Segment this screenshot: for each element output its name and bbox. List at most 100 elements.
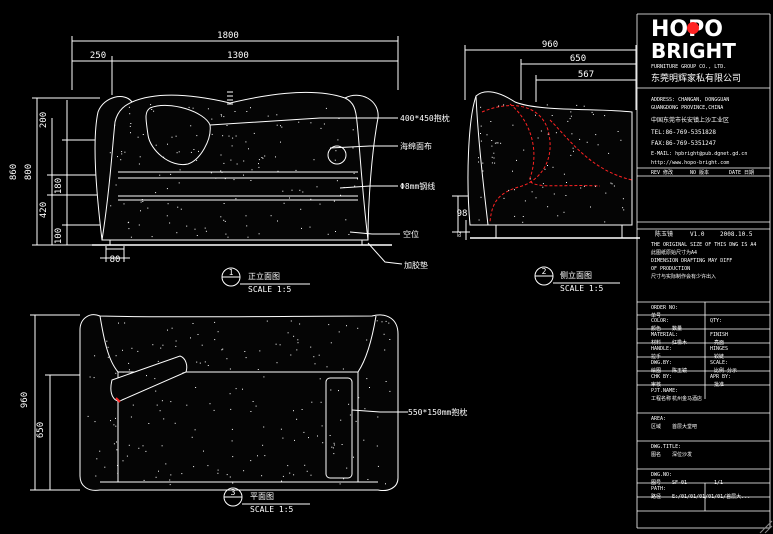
speckle — [169, 484, 171, 486]
tb-row-2-key2: FINISH — [710, 332, 728, 338]
speckle — [325, 107, 327, 109]
speckle — [169, 222, 171, 224]
speckle — [132, 404, 134, 406]
tb-row-9-value2: 1/1 — [714, 480, 723, 486]
speckle — [217, 331, 219, 333]
speckle — [248, 148, 249, 150]
speckle — [610, 182, 612, 184]
speckle — [230, 408, 232, 410]
speckle — [193, 466, 195, 468]
speckle — [245, 141, 247, 143]
speckle — [123, 203, 125, 205]
speckle — [258, 233, 260, 235]
note2: DIMENSION DRAFTING MAY DIFF — [651, 258, 732, 264]
speckle — [128, 228, 130, 230]
plan-title-text: 平面图 — [250, 492, 274, 501]
speckle — [199, 362, 201, 364]
speckle — [493, 157, 495, 159]
dim-100: 100 — [54, 228, 64, 244]
speckle — [333, 200, 335, 202]
speckle — [289, 197, 290, 199]
tb-row-2-key-cn: 材料 — [651, 339, 661, 346]
tb-row-10-key-cn: 路径 — [651, 493, 661, 500]
speckle — [167, 329, 168, 331]
speckle — [322, 442, 324, 444]
speckle — [381, 321, 383, 323]
speckle — [333, 453, 335, 455]
speckle — [383, 333, 385, 335]
company-en: FURNITURE GROUP CO., LTD. — [651, 64, 726, 70]
speckle — [163, 156, 165, 158]
speckle — [253, 132, 255, 134]
speckle — [221, 171, 223, 173]
tb-row-5-key2: APR BY: — [710, 374, 731, 380]
speckle — [604, 115, 606, 117]
speckle — [523, 149, 525, 151]
front-scale: SCALE 1:5 — [248, 285, 292, 294]
speckle — [259, 350, 261, 352]
dim-180: 180 — [54, 178, 64, 194]
speckle — [547, 133, 549, 135]
speckle — [232, 456, 234, 458]
speckle — [213, 409, 215, 411]
speckle — [547, 206, 549, 208]
speckle — [283, 202, 285, 204]
speckle — [503, 197, 505, 199]
speckle — [95, 475, 97, 477]
tb-row-3-value2: 铰链 — [714, 353, 724, 360]
speckle — [529, 178, 531, 180]
note-steel: Φ8mm钢线 — [400, 181, 435, 191]
speckle — [250, 107, 251, 109]
dim-800: 800 — [24, 164, 34, 180]
speckle — [217, 472, 219, 474]
speckle — [348, 403, 350, 405]
speckle — [267, 115, 269, 117]
speckle — [143, 479, 145, 481]
speckle — [217, 469, 219, 471]
rev-row-0: 陈玉镜 — [655, 230, 673, 238]
speckle — [93, 377, 95, 379]
speckle — [553, 193, 555, 195]
speckle — [314, 363, 316, 365]
speckle — [130, 132, 131, 134]
speckle — [482, 162, 484, 164]
speckle — [194, 228, 196, 230]
speckle — [333, 442, 335, 444]
speckle — [320, 127, 322, 129]
speckle — [522, 221, 524, 223]
speckle — [491, 156, 493, 158]
speckle — [266, 320, 268, 322]
tb-row-3-key-cn: 拉手 — [651, 353, 661, 360]
company-addr-en1: ADDRESS: CHANGAN, DONGGUAN — [651, 97, 729, 103]
speckle — [301, 227, 302, 229]
note1-cn: 此图纸原始尺寸为A4 — [651, 249, 697, 256]
speckle — [155, 390, 157, 392]
speckle — [196, 361, 198, 363]
speckle — [229, 368, 231, 370]
speckle — [129, 113, 131, 115]
speckle — [142, 201, 144, 202]
speckle — [159, 410, 161, 412]
speckle — [161, 400, 163, 402]
speckle — [551, 115, 553, 116]
speckle — [590, 206, 591, 208]
speckle — [196, 159, 198, 161]
speckle — [214, 339, 216, 341]
tb-row-4-key2: SCALE: — [710, 360, 728, 366]
front-title-text: 正立面图 — [248, 271, 280, 281]
speckle — [166, 188, 168, 190]
speckle — [331, 446, 333, 448]
logo-sub: BRIGHT — [651, 39, 736, 63]
speckle — [340, 194, 341, 196]
speckle — [231, 440, 233, 442]
speckle — [353, 172, 355, 174]
tb-row-0-key: ORDER NO: — [651, 305, 678, 311]
speckle — [512, 170, 513, 172]
speckle — [349, 414, 351, 416]
speckle — [222, 135, 224, 137]
speckle — [151, 109, 153, 110]
speckle — [480, 140, 482, 142]
speckle — [494, 162, 496, 164]
speckle — [576, 104, 578, 106]
speckle — [570, 115, 572, 117]
